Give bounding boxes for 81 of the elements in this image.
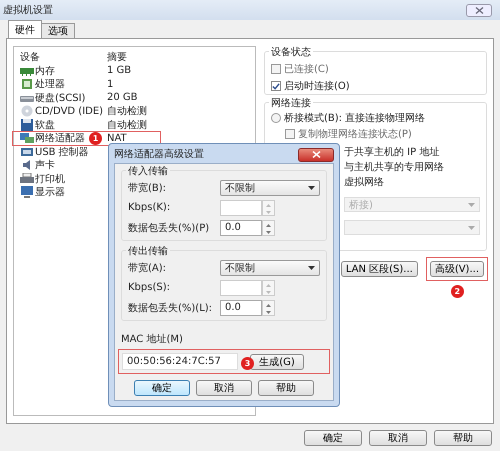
annotation-marker: 2 [450, 285, 464, 298]
button[interactable]: 确定 [134, 380, 190, 396]
highlighted-row[interactable]: 网络适配器 1 NAT [13, 132, 160, 145]
device-name: 软盘 [35, 118, 55, 132]
caret-icon [308, 186, 315, 190]
chip-icon [20, 78, 34, 90]
field-label: Kbps(S): [128, 282, 171, 293]
input-field[interactable]: 00:50:56:24:7C:57 [122, 353, 238, 370]
device-summary: 1 GB [107, 65, 132, 76]
spin-buttons[interactable] [262, 280, 275, 296]
field-label: 数据包丢失(%)(L): [128, 302, 214, 314]
caret-icon [468, 226, 475, 230]
button[interactable]: 确定 [304, 430, 362, 446]
annotation-marker: 1 [89, 132, 102, 144]
field-label: 数据包丢失(%)(P) [128, 222, 210, 234]
dropdown[interactable]: 不限制 [220, 180, 320, 196]
group-title: 传入传输 [126, 164, 170, 178]
input-field[interactable] [220, 200, 262, 216]
field-label: MAC 地址(M) [121, 332, 184, 346]
group-title: 网络连接 [269, 96, 313, 110]
device-summary: NAT [107, 132, 127, 144]
device-summary: 自动检测 [107, 104, 147, 118]
device-summary: 自动检测 [107, 118, 147, 132]
group-title: 传出传输 [126, 244, 170, 258]
spin-buttons[interactable] [262, 300, 275, 316]
checkbox-label: 复制物理网络连接状态(P) [298, 128, 412, 141]
device-summary: 1 [107, 78, 114, 90]
caret-icon [468, 202, 475, 206]
checkbox-label: 已连接(C) [284, 62, 329, 76]
device-name: 硬盘(SCSI) [35, 92, 86, 105]
dropdown[interactable]: 不限制 [220, 260, 320, 276]
button[interactable]: 帮助 [258, 380, 314, 396]
printer-icon [20, 172, 34, 185]
annotation-marker: 3 [241, 357, 254, 370]
checkbox-label: 启动时连接(O) [284, 80, 350, 93]
device-name: CD/DVD (IDE) [35, 106, 104, 117]
close-icon [312, 151, 320, 158]
group-title: 设备状态 [269, 45, 313, 59]
disc-icon [20, 105, 34, 118]
caret-icon [308, 266, 315, 270]
dialog-title: 网络适配器高级设置 [114, 148, 204, 160]
device-name: 网络适配器 [35, 132, 85, 146]
device-name: 显示器 [35, 186, 65, 200]
device-name: 打印机 [35, 172, 65, 186]
button[interactable]: 帮助 [434, 430, 492, 446]
button[interactable]: 生成(G) [250, 354, 304, 370]
window-title: 虚拟机设置 [3, 4, 53, 17]
close-button[interactable] [298, 148, 334, 162]
radio-button[interactable] [271, 113, 281, 123]
device-name: USB 控制器 [35, 146, 89, 159]
device-name: 声卡 [35, 158, 55, 172]
radio-label: 桥接模式(B): 直接连接物理网络 [284, 112, 426, 125]
input-field[interactable]: 0.0 [220, 300, 262, 316]
button[interactable]: 取消 [369, 430, 427, 446]
tab[interactable]: 选项 [41, 23, 75, 38]
button[interactable]: 高级(V)... [430, 261, 484, 277]
usb-icon [20, 146, 34, 158]
field-label: Kbps(K): [128, 202, 172, 213]
device-name: 内存 [35, 64, 55, 78]
network-icon [20, 132, 34, 144]
floppy-icon [20, 118, 34, 131]
button[interactable]: LAN 区段(S)... [340, 261, 418, 277]
column-header: 摘要 [107, 50, 127, 64]
option-text: 于共享主机的 IP 地址 [344, 146, 440, 159]
column-header: 设备 [20, 50, 41, 64]
close-button[interactable] [466, 4, 492, 16]
close-icon [474, 6, 484, 14]
option-text: 与主机共享的专用网络 [344, 160, 445, 174]
spin-buttons[interactable] [262, 220, 275, 236]
button[interactable]: 取消 [196, 380, 252, 396]
field-label: 带宽(B): [128, 182, 168, 194]
field-label: 带宽(A): [128, 262, 168, 274]
tab[interactable]: 硬件 [8, 20, 42, 38]
input-field[interactable] [220, 280, 262, 296]
input-field[interactable]: 0.0 [220, 220, 262, 236]
spin-buttons[interactable] [262, 200, 275, 216]
checkbox[interactable] [271, 81, 281, 91]
option-text: 虚拟网络 [344, 176, 385, 189]
monitor-icon [20, 186, 34, 198]
device-summary: 20 GB [107, 92, 138, 104]
device-name: 处理器 [35, 78, 65, 92]
